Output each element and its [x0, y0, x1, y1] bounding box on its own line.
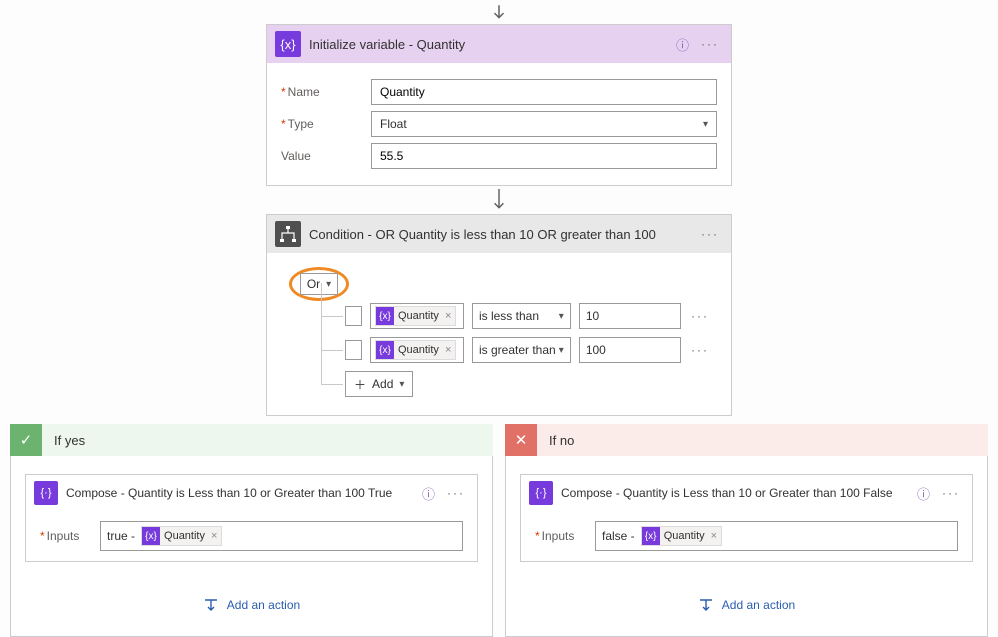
- variable-icon: {x}: [142, 527, 160, 545]
- compose-header[interactable]: {·} Compose - Quantity is Less than 10 o…: [26, 475, 477, 511]
- add-action-icon: [698, 598, 714, 612]
- right-operand-input[interactable]: 100: [579, 337, 681, 363]
- variable-icon: {x}: [376, 341, 394, 359]
- chevron-down-icon: ▾: [559, 345, 564, 356]
- init-title: Initialize variable - Quantity: [309, 37, 668, 52]
- close-icon: ✕: [505, 424, 537, 456]
- help-icon[interactable]: ⓘ: [917, 484, 930, 503]
- row-checkbox[interactable]: [345, 340, 362, 360]
- name-input[interactable]: [371, 79, 717, 105]
- token-remove-icon[interactable]: ×: [443, 310, 451, 322]
- left-operand-input[interactable]: {x} Quantity ×: [370, 337, 464, 363]
- group-operator-select[interactable]: Or ▾: [300, 273, 338, 295]
- if-yes-label: If yes: [42, 433, 85, 448]
- if-no-header: ✕ If no: [505, 424, 988, 456]
- right-operand-input[interactable]: 10: [579, 303, 681, 329]
- compose-title: Compose - Quantity is Less than 10 or Gr…: [66, 486, 414, 500]
- dynamic-token: {x} Quantity ×: [375, 306, 456, 326]
- card-menu-button[interactable]: ···: [938, 486, 964, 500]
- name-label: Name: [281, 85, 371, 99]
- operator-value: is greater than: [479, 343, 556, 357]
- if-yes-header: ✓ If yes: [10, 424, 493, 456]
- compose-card: {·} Compose - Quantity is Less than 10 o…: [25, 474, 478, 562]
- compose-icon: {·}: [34, 481, 58, 505]
- row-checkbox[interactable]: [345, 306, 362, 326]
- condition-row: {x} Quantity × is greater than ▾ 100 ···: [303, 337, 711, 363]
- token-label: Quantity: [398, 344, 439, 356]
- type-select[interactable]: Float ▾: [371, 111, 717, 137]
- add-row-container: ＋ Add ▾: [303, 371, 711, 397]
- plus-icon: ＋: [354, 376, 366, 393]
- row-menu-button[interactable]: ···: [689, 309, 711, 323]
- card-menu-button[interactable]: ···: [697, 227, 723, 241]
- flow-arrow-mid: [0, 186, 998, 214]
- add-action-button[interactable]: Add an action: [520, 598, 973, 612]
- init-header[interactable]: {x} Initialize variable - Quantity ⓘ ···: [267, 25, 731, 63]
- token-label: Quantity: [664, 530, 705, 542]
- token-label: Quantity: [398, 310, 439, 322]
- token-remove-icon[interactable]: ×: [443, 344, 451, 356]
- check-icon: ✓: [10, 424, 42, 456]
- chevron-down-icon: ▾: [703, 119, 708, 130]
- condition-card: Condition - OR Quantity is less than 10 …: [266, 214, 732, 416]
- if-no-branch: ✕ If no {·} Compose - Quantity is Less t…: [505, 424, 988, 637]
- value-input[interactable]: [371, 143, 717, 169]
- operand-value: 100: [586, 343, 606, 357]
- inputs-label: Inputs: [535, 529, 595, 543]
- variable-icon: {x}: [642, 527, 660, 545]
- compose-card: {·} Compose - Quantity is Less than 10 o…: [520, 474, 973, 562]
- inputs-field[interactable]: true - {x} Quantity ×: [100, 521, 463, 551]
- left-operand-input[interactable]: {x} Quantity ×: [370, 303, 464, 329]
- if-yes-branch: ✓ If yes {·} Compose - Quantity is Less …: [10, 424, 493, 637]
- type-label: Type: [281, 117, 371, 131]
- add-action-button[interactable]: Add an action: [25, 598, 478, 612]
- chevron-down-icon: ▾: [559, 311, 564, 322]
- row-menu-button[interactable]: ···: [689, 343, 711, 357]
- compose-title: Compose - Quantity is Less than 10 or Gr…: [561, 486, 909, 500]
- token-remove-icon[interactable]: ×: [709, 530, 717, 542]
- token-label: Quantity: [164, 530, 205, 542]
- dynamic-token: {x} Quantity ×: [641, 526, 722, 546]
- group-operator-value: Or: [307, 277, 320, 291]
- chevron-down-icon: ▾: [326, 279, 331, 290]
- operator-value: is less than: [479, 309, 539, 323]
- cond-title: Condition - OR Quantity is less than 10 …: [309, 227, 689, 242]
- card-menu-button[interactable]: ···: [443, 486, 469, 500]
- operator-select[interactable]: is less than ▾: [472, 303, 571, 329]
- card-menu-button[interactable]: ···: [697, 37, 723, 51]
- add-action-icon: [203, 598, 219, 612]
- add-action-label: Add an action: [722, 598, 795, 612]
- value-label: Value: [281, 149, 371, 163]
- help-icon[interactable]: ⓘ: [676, 35, 689, 54]
- if-no-label: If no: [537, 433, 574, 448]
- inputs-prefix: false -: [602, 529, 635, 543]
- group-operator-highlight: Or ▾: [289, 267, 349, 301]
- inputs-prefix: true -: [107, 529, 135, 543]
- initialize-variable-card: {x} Initialize variable - Quantity ⓘ ···…: [266, 24, 732, 186]
- add-condition-button[interactable]: ＋ Add ▾: [345, 371, 413, 397]
- compose-header[interactable]: {·} Compose - Quantity is Less than 10 o…: [521, 475, 972, 511]
- variable-icon: {x}: [376, 307, 394, 325]
- operand-value: 10: [586, 309, 599, 323]
- inputs-field[interactable]: false - {x} Quantity ×: [595, 521, 958, 551]
- help-icon[interactable]: ⓘ: [422, 484, 435, 503]
- dynamic-token: {x} Quantity ×: [375, 340, 456, 360]
- operator-select[interactable]: is greater than ▾: [472, 337, 571, 363]
- flow-arrow-top: [0, 0, 998, 24]
- token-remove-icon[interactable]: ×: [209, 530, 217, 542]
- chevron-down-icon: ▾: [399, 379, 404, 390]
- condition-row: {x} Quantity × is less than ▾ 10 ···: [303, 303, 711, 329]
- condition-icon: [275, 221, 301, 247]
- add-action-label: Add an action: [227, 598, 300, 612]
- inputs-label: Inputs: [40, 529, 100, 543]
- cond-header[interactable]: Condition - OR Quantity is less than 10 …: [267, 215, 731, 253]
- variable-icon: {x}: [275, 31, 301, 57]
- add-label: Add: [372, 377, 393, 391]
- dynamic-token: {x} Quantity ×: [141, 526, 222, 546]
- type-value: Float: [380, 117, 407, 131]
- compose-icon: {·}: [529, 481, 553, 505]
